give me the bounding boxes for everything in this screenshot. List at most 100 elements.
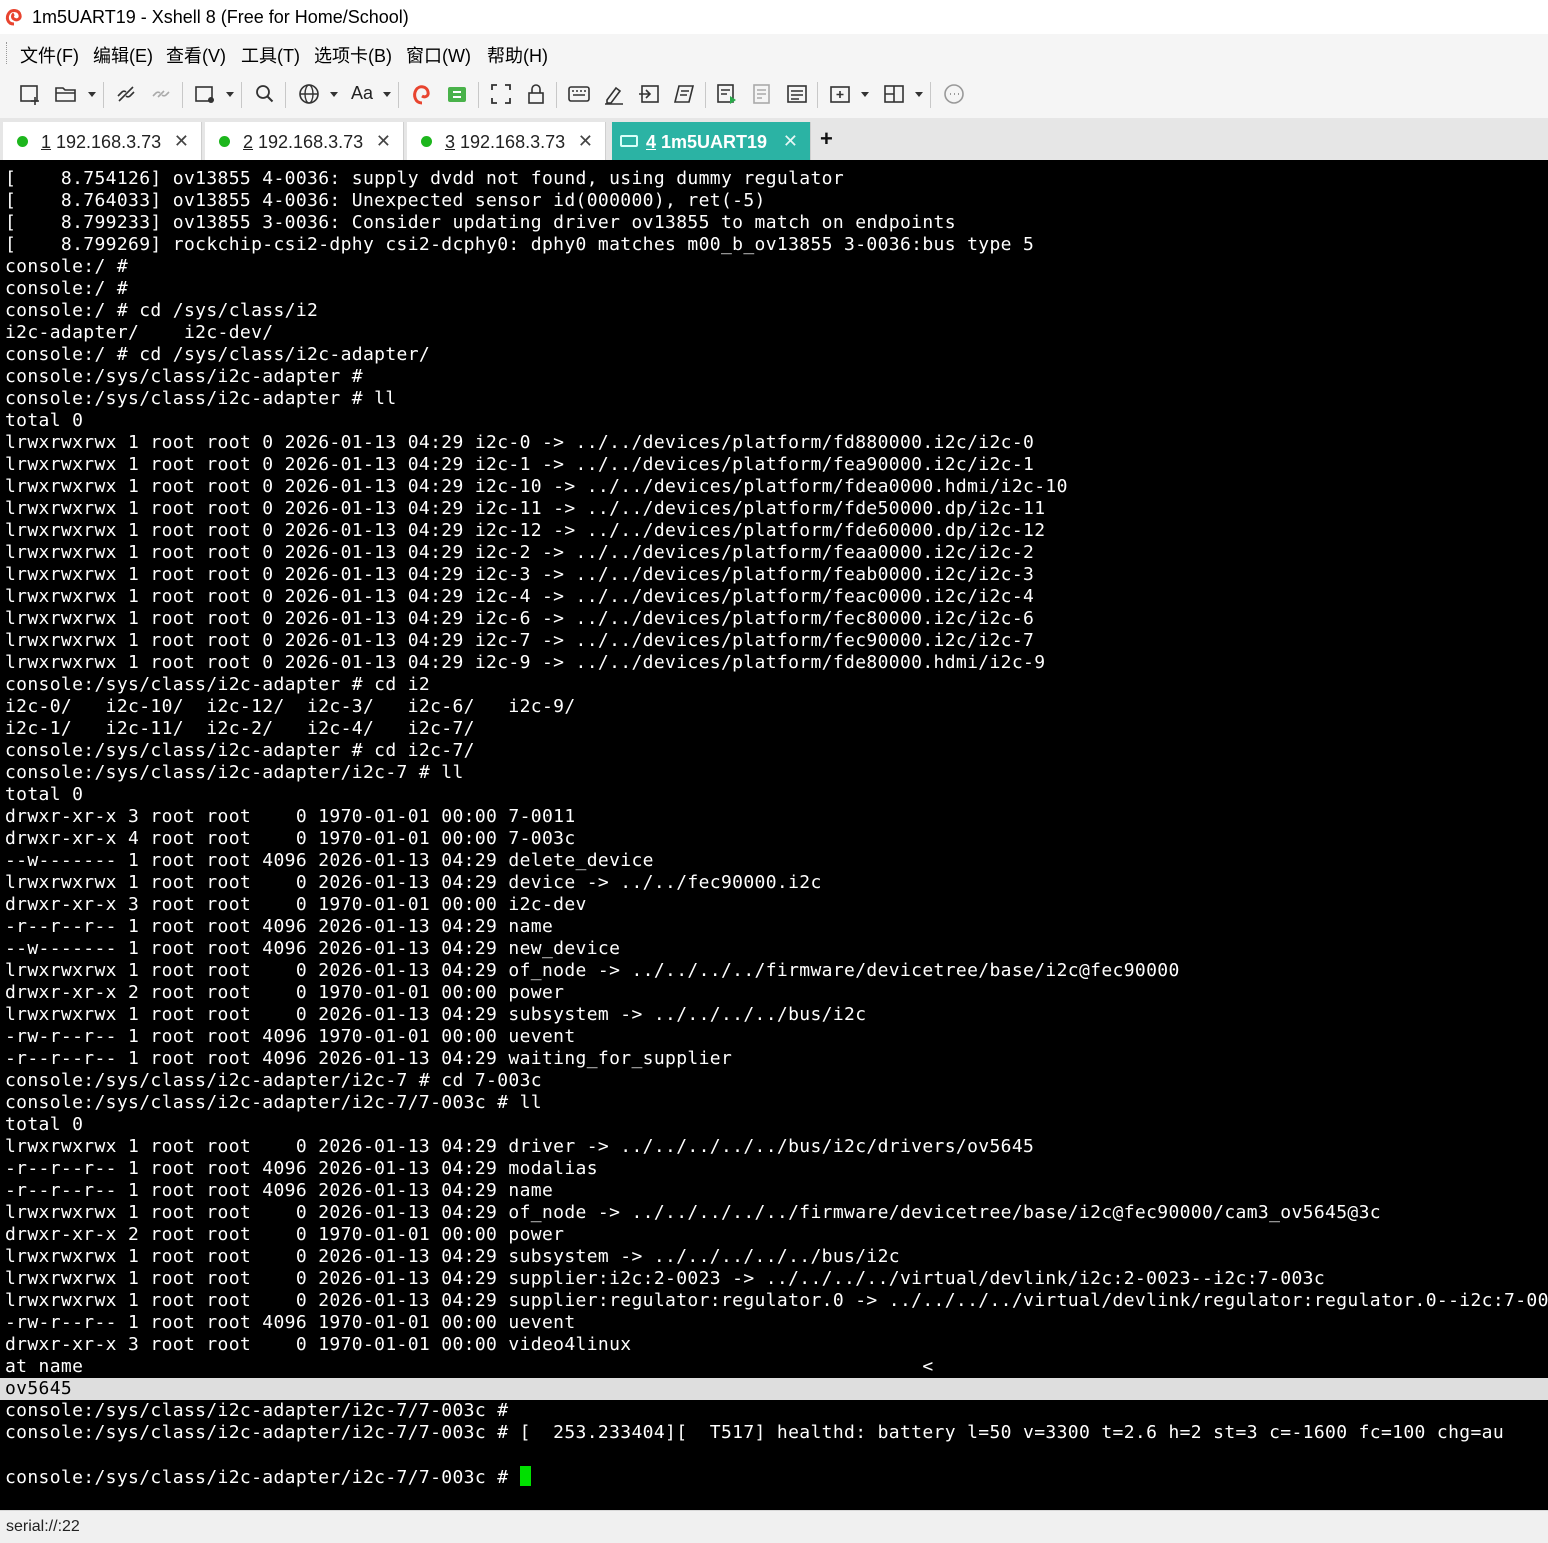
fullscreen-icon[interactable] <box>487 80 515 108</box>
tab-session-1[interactable]: 1 192.168.3.73 ✕ <box>3 122 202 160</box>
terminal-line: [ 8.799269] rockchip-csi2-dphy csi2-dcph… <box>5 234 1035 255</box>
add-tab-dropdown-icon[interactable] <box>861 92 869 97</box>
terminal-line: lrwxrwxrwx 1 root root 0 2026-01-13 04:2… <box>5 608 1035 629</box>
add-tab-icon[interactable] <box>826 80 854 108</box>
xftp-icon[interactable] <box>443 80 471 108</box>
menu-edit[interactable]: 编辑(E) <box>93 42 153 68</box>
window-dropdown-icon[interactable] <box>226 92 234 97</box>
tab-label: 1 192.168.3.73 <box>41 132 162 152</box>
terminal-line: console:/ # <box>5 278 129 299</box>
terminal-line: at name < <box>5 1356 934 1377</box>
menu-file[interactable]: 文件(F) <box>20 42 79 68</box>
terminal-line: lrwxrwxrwx 1 root root 0 2026-01-13 04:2… <box>5 1290 1548 1311</box>
terminal-line: [ 8.799233] ov13855 3-0036: Consider upd… <box>5 212 956 233</box>
connected-status-icon <box>219 136 230 147</box>
close-tab-icon[interactable]: ✕ <box>578 131 593 152</box>
terminal-line: total 0 <box>5 1114 84 1135</box>
toolbar-separator <box>285 82 286 108</box>
connection-status: serial://:22 <box>6 1518 80 1535</box>
reconnect-icon[interactable] <box>147 80 175 108</box>
connected-status-icon <box>17 136 28 147</box>
close-tab-icon[interactable]: ✕ <box>174 131 189 152</box>
lock-icon[interactable] <box>522 80 550 108</box>
globe-icon[interactable] <box>295 80 323 108</box>
layout-dropdown-icon[interactable] <box>915 92 923 97</box>
terminal-line: console:/sys/class/i2c-adapter/i2c-7/7-0… <box>5 1422 1505 1443</box>
terminal-line: i2c-adapter/ i2c-dev/ <box>5 322 274 343</box>
connected-status-icon <box>421 136 432 147</box>
terminal-line: -r--r--r-- 1 root root 4096 2026-01-13 0… <box>5 1048 733 1069</box>
menu-bar: 文件(F) 编辑(E) 查看(V) 工具(T) 选项卡(B) 窗口(W) 帮助(… <box>0 34 1548 72</box>
toolbar-separator <box>182 82 183 108</box>
menu-help[interactable]: 帮助(H) <box>487 42 548 68</box>
log-icon[interactable] <box>748 80 776 108</box>
terminal-line: lrwxrwxrwx 1 root root 0 2026-01-13 04:2… <box>5 652 1046 673</box>
terminal-line: drwxr-xr-x 3 root root 0 1970-01-01 00:0… <box>5 806 576 827</box>
transfer-icon[interactable] <box>635 80 663 108</box>
tab-session-4[interactable]: 4 1m5UART19 ✕ <box>612 122 811 160</box>
find-icon[interactable] <box>251 80 279 108</box>
menu-view[interactable]: 查看(V) <box>166 42 226 68</box>
terminal-line: lrwxrwxrwx 1 root root 0 2026-01-13 04:2… <box>5 586 1035 607</box>
terminal-line: drwxr-xr-x 2 root root 0 1970-01-01 00:0… <box>5 1224 565 1245</box>
tab-session-3[interactable]: 3 192.168.3.73 ✕ <box>407 122 606 160</box>
xshell-icon[interactable] <box>408 80 436 108</box>
terminal-output[interactable]: [ 8.754126] ov13855 4-0036: supply dvdd … <box>0 160 1548 1510</box>
layout-icon[interactable] <box>880 80 908 108</box>
menu-tools[interactable]: 工具(T) <box>241 42 300 68</box>
menu-tabs[interactable]: 选项卡(B) <box>314 42 392 68</box>
terminal-line: drwxr-xr-x 2 root root 0 1970-01-01 00:0… <box>5 982 565 1003</box>
terminal-line: drwxr-xr-x 3 root root 0 1970-01-01 00:0… <box>5 894 587 915</box>
tab-session-2[interactable]: 2 192.168.3.73 ✕ <box>205 122 404 160</box>
tab-label: 3 192.168.3.73 <box>445 132 566 152</box>
toolbar-separator <box>705 82 706 108</box>
notes-icon[interactable] <box>783 80 811 108</box>
menu-window[interactable]: 窗口(W) <box>406 42 471 68</box>
toolbar-separator <box>556 82 557 108</box>
new-window-icon[interactable] <box>191 80 219 108</box>
xshell-app-icon <box>5 9 22 26</box>
terminal-line: --w------- 1 root root 4096 2026-01-13 0… <box>5 938 621 959</box>
title-bar: 1m5UART19 - Xshell 8 (Free for Home/Scho… <box>0 0 1548 34</box>
close-tab-icon[interactable]: ✕ <box>376 131 391 152</box>
terminal-cursor <box>519 1466 531 1486</box>
globe-dropdown-icon[interactable] <box>330 92 338 97</box>
script-icon[interactable] <box>670 80 698 108</box>
chat-icon[interactable] <box>940 80 968 108</box>
terminal-line: console:/ # <box>5 256 129 277</box>
terminal-line: lrwxrwxrwx 1 root root 0 2026-01-13 04:2… <box>5 1004 867 1025</box>
window-title: 1m5UART19 - Xshell 8 (Free for Home/Scho… <box>32 7 409 27</box>
font-dropdown-icon[interactable] <box>383 92 391 97</box>
toolbar-separator <box>398 82 399 108</box>
terminal-line: ov5645 <box>5 1378 73 1399</box>
font-icon[interactable]: Aa <box>351 83 373 104</box>
terminal-line: lrwxrwxrwx 1 root root 0 2026-01-13 04:2… <box>5 454 1035 475</box>
terminal-line: total 0 <box>5 784 84 805</box>
keyboard-icon[interactable] <box>565 80 593 108</box>
new-session-icon[interactable] <box>16 80 44 108</box>
open-dropdown-icon[interactable] <box>88 92 96 97</box>
close-tab-icon[interactable]: ✕ <box>783 131 798 152</box>
tab-label: 4 1m5UART19 <box>646 132 768 152</box>
open-folder-icon[interactable] <box>52 80 80 108</box>
tab-label: 2 192.168.3.73 <box>243 132 364 152</box>
new-tab-button[interactable]: + <box>820 126 833 152</box>
terminal-line: drwxr-xr-x 3 root root 0 1970-01-01 00:0… <box>5 1334 632 1355</box>
terminal-line: console:/sys/class/i2c-adapter # cd i2c-… <box>5 740 475 761</box>
terminal-line: lrwxrwxrwx 1 root root 0 2026-01-13 04:2… <box>5 1136 1035 1157</box>
terminal-line: lrwxrwxrwx 1 root root 0 2026-01-13 04:2… <box>5 1268 1326 1289</box>
terminal-line: lrwxrwxrwx 1 root root 0 2026-01-13 04:2… <box>5 542 1035 563</box>
session-tab-bar: 1 192.168.3.73 ✕ 2 192.168.3.73 ✕ 3 192.… <box>0 118 1548 160</box>
toolbar-separator <box>241 82 242 108</box>
terminal-line: console:/sys/class/i2c-adapter/i2c-7 # c… <box>5 1070 542 1091</box>
terminal-line: console:/ # cd /sys/class/i2 <box>5 300 319 321</box>
highlight-icon[interactable] <box>600 80 628 108</box>
terminal-line: console:/ # cd /sys/class/i2c-adapter/ <box>5 344 431 365</box>
toolbar-separator <box>817 82 818 108</box>
disconnect-icon[interactable] <box>112 80 140 108</box>
terminal-line: lrwxrwxrwx 1 root root 0 2026-01-13 04:2… <box>5 1246 900 1267</box>
selected-line-highlight <box>0 1378 1548 1400</box>
compose-icon[interactable] <box>713 80 741 108</box>
terminal-line: lrwxrwxrwx 1 root root 0 2026-01-13 04:2… <box>5 564 1035 585</box>
terminal-line: i2c-0/ i2c-10/ i2c-12/ i2c-3/ i2c-6/ i2c… <box>5 696 576 717</box>
